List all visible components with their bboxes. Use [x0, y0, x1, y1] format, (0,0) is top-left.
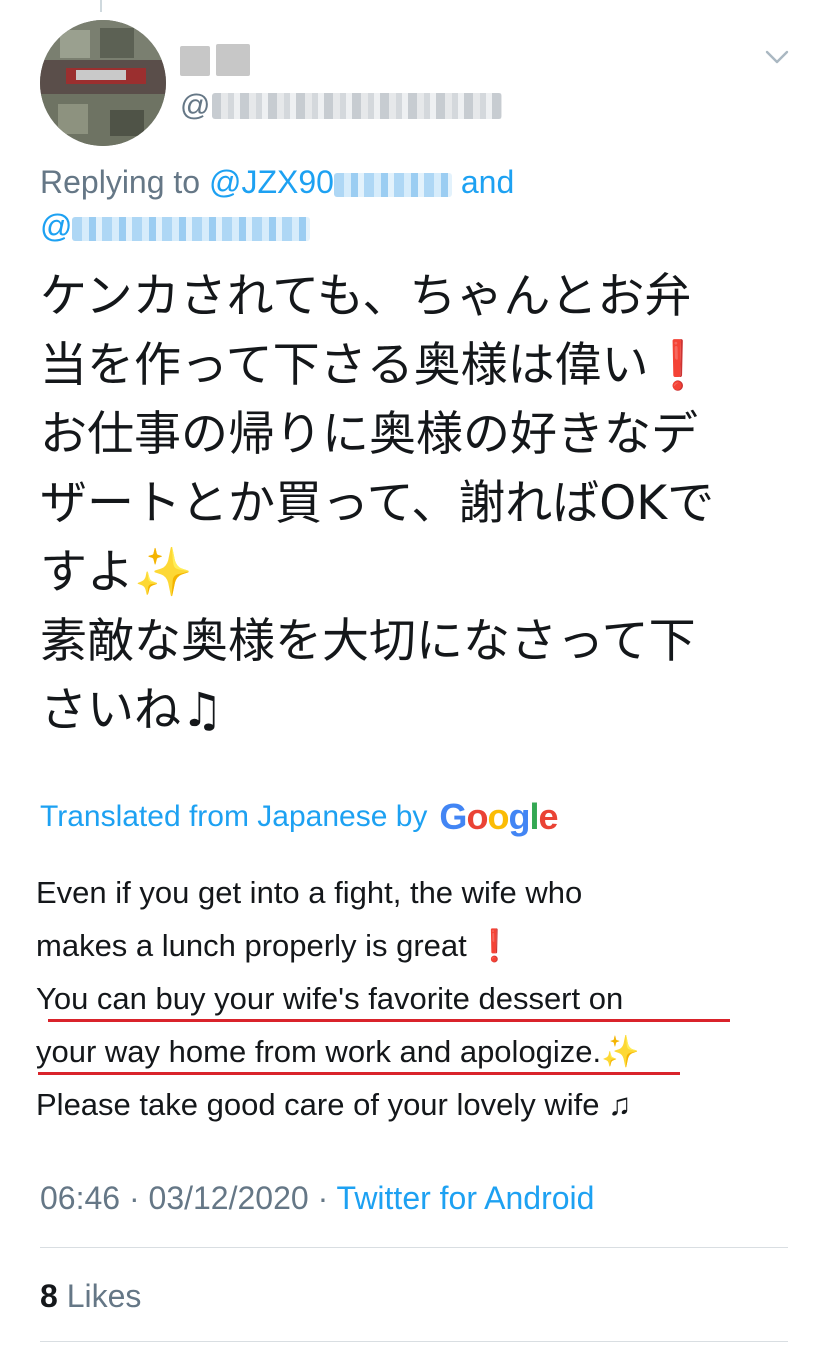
tweet-text-japanese: ケンカされても、ちゃんとお弁 当を作って下さる奥様は偉い❗ お仕事の帰りに奥様の… — [40, 262, 800, 745]
jp-line: さいね♫ — [40, 683, 224, 738]
divider — [40, 1341, 788, 1342]
display-name-redacted[interactable] — [180, 42, 252, 78]
replying-label: Replying to — [40, 164, 201, 200]
translation-line: You can buy your wife's favorite dessert… — [36, 972, 796, 1025]
user-handle[interactable]: @ — [180, 86, 503, 126]
music-notes-emoji: ♫ — [608, 1087, 632, 1122]
timestamp: 06:46 · 03/12/2020 · — [40, 1180, 337, 1216]
translation-line: Please take good care of your lovely wif… — [36, 1087, 632, 1122]
translated-label: Translated from Japanese by — [40, 800, 428, 833]
likes-label: Likes — [66, 1278, 142, 1314]
reply-mention-1[interactable]: @JZX90 — [209, 164, 452, 200]
translation-line: makes a lunch properly is great ❗ — [36, 928, 514, 963]
reply-mention-2[interactable]: @ — [40, 208, 311, 244]
music-notes-emoji: ♫ — [181, 683, 224, 738]
exclamation-emoji: ❗ — [475, 928, 514, 963]
translation-attribution[interactable]: Translated from Japanese by Google — [40, 795, 558, 839]
thread-connector — [100, 0, 102, 12]
translation-line: your way home from work and apologize.✨ — [36, 1025, 796, 1078]
divider — [40, 1247, 788, 1248]
jp-line: 素敵な奥様を大切になさって下 — [40, 614, 696, 669]
sparkles-emoji: ✨ — [601, 1034, 640, 1069]
jp-line: 当を作って下さる奥様は偉い❗ — [40, 338, 708, 393]
chevron-down-icon[interactable] — [764, 44, 790, 70]
likes-stat[interactable]: 8 Likes — [40, 1274, 141, 1318]
source-link[interactable]: Twitter for Android — [337, 1180, 595, 1216]
translation-line: Even if you get into a fight, the wife w… — [36, 875, 583, 910]
jp-line: お仕事の帰りに奥様の好きなデ — [40, 407, 698, 462]
tweet-meta: 06:46 · 03/12/2020 · Twitter for Android — [40, 1176, 594, 1220]
replying-to: Replying to @JZX90 and @ — [40, 160, 514, 248]
jp-line: ザートとか買って、謝ればOKで — [40, 476, 715, 531]
handle-redacted — [212, 93, 503, 119]
jp-line: ケンカされても、ちゃんとお弁 — [40, 269, 692, 324]
exclamation-emoji: ❗ — [648, 338, 708, 393]
jp-line: すよ✨ — [40, 545, 193, 600]
handle-at: @ — [180, 89, 211, 122]
google-logo: Google — [439, 796, 558, 837]
tweet-text-translation: Even if you get into a fight, the wife w… — [36, 866, 796, 1131]
red-underline — [38, 1072, 680, 1075]
avatar[interactable] — [40, 20, 166, 146]
red-underline — [48, 1019, 730, 1022]
sparkles-emoji: ✨ — [134, 545, 193, 600]
reply-and: and — [460, 164, 515, 200]
likes-count: 8 — [40, 1278, 58, 1314]
